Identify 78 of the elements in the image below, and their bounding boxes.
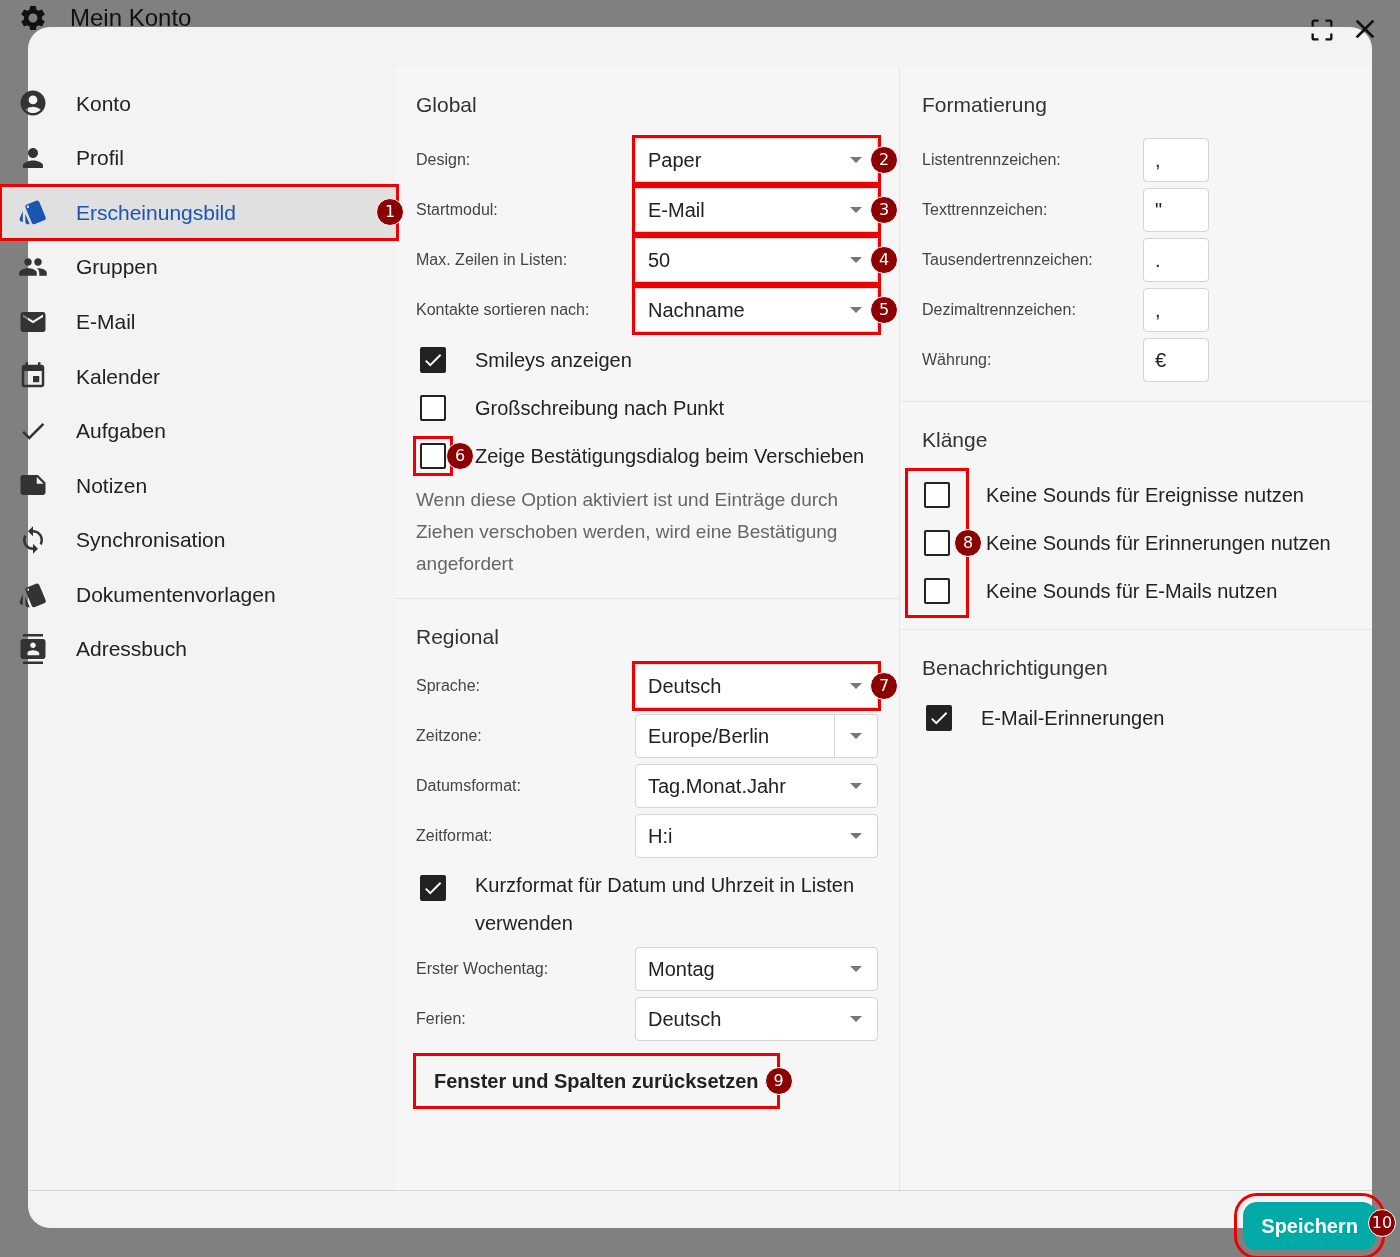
section-heading: Formatierung (922, 92, 1048, 118)
field-label: Listentrennzeichen: (922, 149, 1062, 170)
select-field[interactable]: Nachname (635, 287, 878, 332)
field-label: Sprache: (416, 676, 482, 696)
field-label: Texttrennzeichen: (922, 199, 1049, 220)
sidebar-item[interactable]: Dokumentenvorlagen (0, 567, 398, 622)
input-field[interactable]: € (1143, 337, 1209, 382)
field-label: Startmodul: (416, 199, 499, 220)
checkbox-label: Kurzformat für Datum und Uhrzeit in Listen verwenden (475, 873, 855, 936)
select-field[interactable]: Deutsch (635, 664, 878, 708)
contacts-icon (18, 634, 48, 665)
checkbox-label: Keine Sounds für E-Mails nutzen (986, 579, 1278, 604)
field-label: Datumsformat: (416, 776, 522, 796)
field-label: Zeitzone: (416, 726, 483, 746)
sidebar-item[interactable]: Aufgaben (0, 403, 398, 459)
dropdown-arrow-icon (850, 966, 862, 972)
annotation-badge: 6 (446, 441, 474, 470)
sidebar-item[interactable]: Konto (0, 76, 398, 131)
dropdown-arrow-icon (850, 683, 862, 689)
checkbox-label: Großschreibung nach Punkt (475, 395, 725, 421)
field-label: Währung: (922, 349, 993, 370)
input-field[interactable]: , (1143, 287, 1209, 332)
select-field[interactable]: H:i (635, 814, 878, 858)
sidebar-item[interactable]: Notizen (0, 458, 398, 513)
dropdown-arrow-icon (850, 1016, 862, 1022)
checkbox-label: Keine Sounds für Ereignisse nutzen (986, 483, 1304, 508)
window-title: Mein Konto (70, 3, 192, 33)
checkbox[interactable] (420, 875, 446, 901)
input-field[interactable]: , (1143, 137, 1209, 182)
checkbox[interactable] (924, 482, 950, 508)
section-heading: Benachrichtigungen (922, 655, 1109, 681)
section-heading: Regional (416, 623, 500, 650)
sidebar-item[interactable]: Synchronisation (0, 512, 398, 568)
field-label: Tausendertrennzeichen: (922, 249, 1094, 270)
annotation-badge: 9 (764, 1067, 793, 1095)
field-label: Max. Zeilen in Listen: (416, 249, 569, 270)
sidebar-item[interactable]: Adressbuch (0, 621, 398, 677)
dropdown-arrow-icon (850, 306, 862, 313)
hint-text: Wenn diese Option aktiviert ist und Einträge durch Ziehen verschoben werden, wird eine Bestätigung angefordert (416, 487, 840, 576)
dropdown-arrow-icon (850, 206, 862, 213)
dropdown-arrow-icon (850, 783, 862, 789)
field-label: Ferien: (416, 1009, 467, 1029)
combo-box[interactable]: Europe/Berlin (635, 714, 878, 758)
annotation-badge: 10 (1368, 1209, 1396, 1237)
annotation-badge: 8 (954, 529, 982, 557)
field-label: Kontakte sortieren nach: (416, 299, 591, 320)
select-field[interactable]: Deutsch (635, 997, 878, 1041)
checkbox[interactable] (924, 530, 950, 556)
sidebar-item[interactable]: E-Mail (0, 294, 398, 349)
checkbox[interactable] (420, 394, 446, 421)
select-field[interactable]: Montag (635, 947, 878, 991)
checkbox[interactable] (420, 346, 446, 373)
select-field[interactable]: Paper (635, 137, 878, 182)
checkbox-label: E-Mail-Erinnerungen (981, 705, 1165, 731)
field-label: Erster Wochentag: (416, 959, 550, 979)
checkbox[interactable] (926, 704, 952, 731)
checkbox[interactable] (924, 578, 950, 604)
dropdown-arrow-icon (850, 733, 862, 739)
section-heading: Klänge (922, 426, 989, 453)
sidebar-item[interactable]: Kalender (0, 348, 398, 404)
field-label: Dezimaltrennzeichen: (922, 299, 1077, 320)
dropdown-arrow-icon (850, 256, 862, 263)
sidebar-item[interactable]: Gruppen (0, 239, 398, 295)
section-heading: Global (416, 92, 478, 118)
input-field[interactable]: . (1143, 237, 1209, 282)
select-field[interactable]: E-Mail (635, 187, 878, 232)
select-field[interactable]: 50 (635, 237, 878, 282)
checkbox-label: Keine Sounds für Erinnerungen nutzen (986, 531, 1331, 556)
field-label: Design: (416, 149, 472, 170)
field-label: Zeitformat: (416, 826, 494, 846)
select-field[interactable]: Tag.Monat.Jahr (635, 764, 878, 808)
dropdown-arrow-icon (850, 833, 862, 839)
checkbox-label: Smileys anzeigen (475, 347, 632, 373)
checkbox-label: Zeige Bestätigungsdialog beim Verschieben (475, 443, 865, 469)
input-field[interactable]: " (1143, 187, 1209, 232)
sidebar-item[interactable]: Profil (0, 130, 398, 186)
settings-icon (18, 3, 48, 33)
dropdown-arrow-icon (850, 156, 862, 163)
